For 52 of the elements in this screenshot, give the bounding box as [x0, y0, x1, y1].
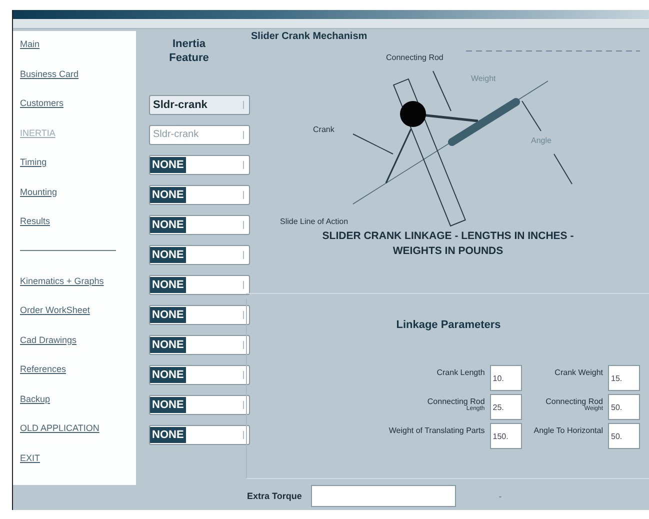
input-field[interactable]: 50.	[608, 423, 640, 449]
diagram-caption: SLIDER CRANK LINKAGE - LENGTHS IN INCHES - WEIGHTS IN POUNDS	[321, 229, 575, 259]
field-label: Extra Torque	[247, 491, 302, 501]
dropdown[interactable]: NONE	[149, 395, 250, 415]
nav-link[interactable]: Kinematics + Graphs	[20, 276, 136, 305]
nav-link[interactable]: Results	[20, 216, 136, 246]
input-field[interactable]: 50.	[608, 394, 640, 420]
field-label: Crank Length	[436, 367, 485, 377]
dropdown[interactable]: NONE	[149, 185, 250, 205]
nav-link[interactable]: Business Card	[20, 68, 136, 98]
diagram-label: Angle	[531, 136, 552, 145]
dropdown[interactable]: Sldr-crank	[149, 95, 250, 115]
nav-link[interactable]: Customers	[20, 98, 136, 128]
dropdown[interactable]: NONE	[149, 155, 250, 175]
dropdown[interactable]: NONE	[149, 305, 250, 325]
input-field[interactable]: 150.	[490, 423, 522, 449]
diagram-label: Weight	[471, 74, 496, 83]
nav-link[interactable]: Order WorkSheet	[20, 305, 136, 334]
column-heading: Inertia Feature	[168, 37, 210, 66]
nav-link[interactable]: References	[20, 364, 136, 394]
panel-title: Linkage Parameters	[395, 319, 502, 331]
diagram-label: Slide Line of Action	[280, 217, 348, 226]
field-label: Crank Weight	[554, 367, 603, 377]
field-label: Connecting Rod	[546, 396, 603, 406]
nav-link[interactable]: Backup	[20, 394, 136, 423]
unit-text: -	[498, 492, 502, 500]
nav-link[interactable]: Main	[20, 39, 136, 68]
field-label: Angle To Horizontal	[534, 425, 603, 435]
nav-link[interactable]: Cad Drawings	[20, 334, 136, 364]
input-field[interactable]	[310, 485, 456, 507]
input-field[interactable]: 25.	[490, 394, 522, 420]
dropdown[interactable]: NONE	[149, 365, 250, 385]
leader-line	[554, 154, 572, 184]
field-label: Connecting Rod	[427, 396, 485, 406]
dropdown[interactable]: NONE	[149, 335, 250, 355]
nav-link[interactable]: Timing	[20, 157, 136, 186]
nav-link[interactable]: EXIT	[20, 452, 136, 482]
nav-link[interactable]: Mounting	[20, 186, 136, 216]
field-label: Weight of Translating Parts	[388, 425, 485, 435]
leader-line	[352, 134, 394, 154]
input-field[interactable]: 10.	[490, 365, 522, 391]
nav-link[interactable]: OLD APPLICATION	[20, 423, 136, 452]
dropdown[interactable]: NONE	[149, 215, 250, 235]
dropdown[interactable]: NONE	[149, 425, 250, 445]
dropdown[interactable]: NONE	[149, 275, 250, 295]
diagram-label: Connecting Rod	[386, 53, 444, 62]
leader-line	[522, 100, 542, 132]
input-field[interactable]: 15.	[608, 365, 640, 391]
panel-title: Slider Crank Mechanism	[250, 30, 368, 42]
diagram-label: Crank	[313, 125, 334, 134]
leader-line	[432, 70, 452, 112]
dropdown[interactable]: NONE	[149, 245, 250, 265]
